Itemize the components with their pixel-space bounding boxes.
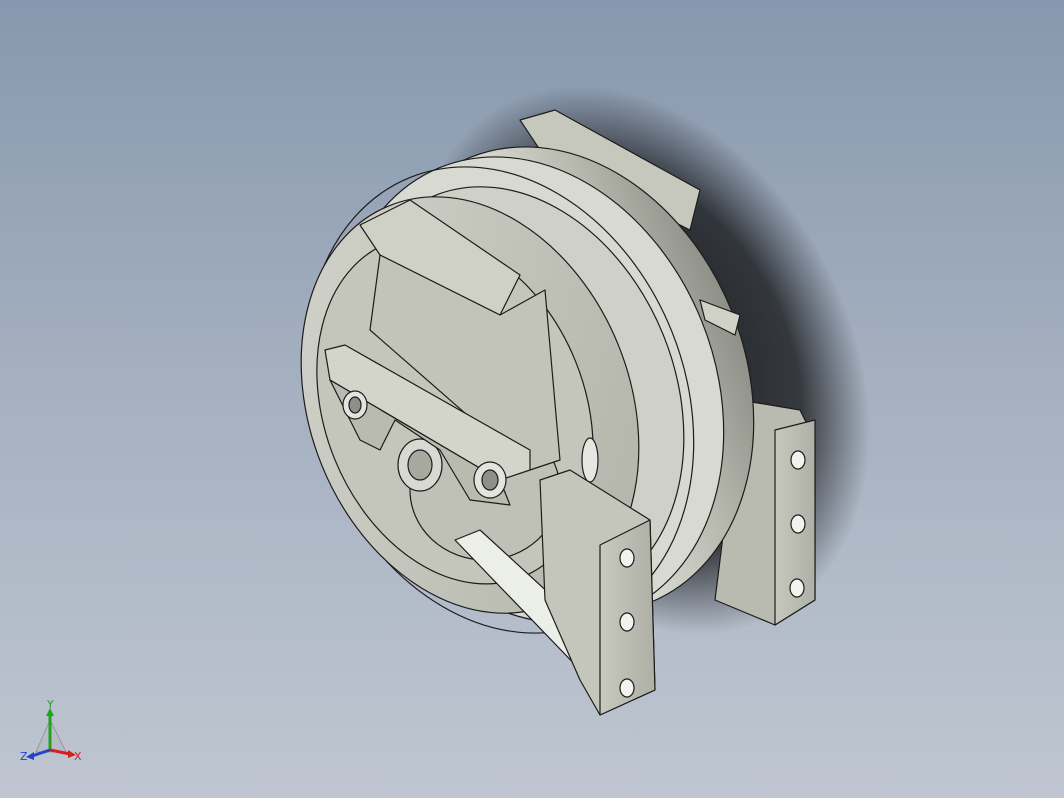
x-axis-arrow: [49, 748, 71, 756]
orientation-triad: Y X Z: [16, 698, 88, 772]
z-axis-label: Z: [20, 750, 28, 763]
y-axis-label: Y: [46, 700, 54, 711]
x-axis-label: X: [74, 750, 82, 763]
idler-wheel-model[interactable]: [0, 0, 1064, 798]
graphics-viewport[interactable]: Y X Z: [0, 0, 1064, 798]
